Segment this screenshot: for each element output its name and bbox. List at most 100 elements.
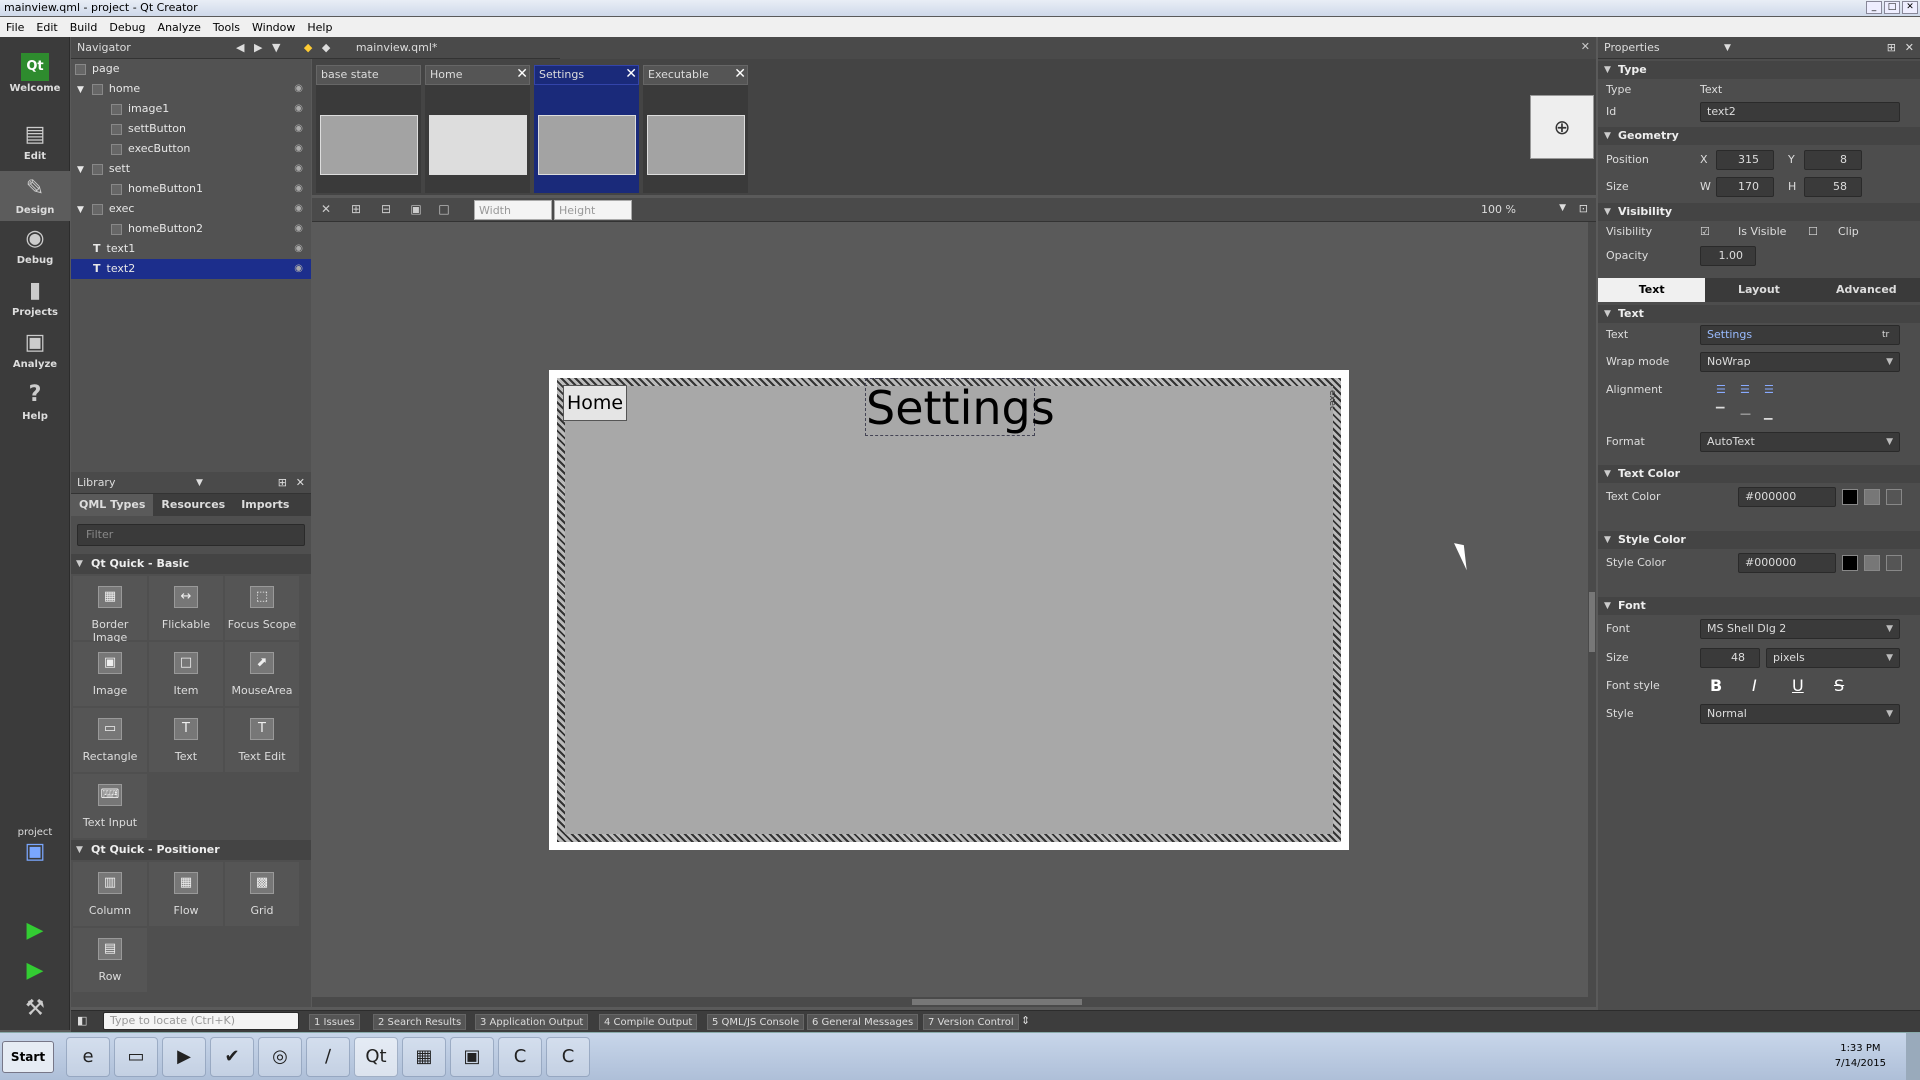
add-state-button[interactable]: ⊕ [1530,95,1594,159]
align-center-icon[interactable]: ☰ [1740,379,1750,401]
more-panes-icon[interactable]: ⇕ [1021,1014,1030,1027]
close-button[interactable]: ✕ [1902,1,1918,14]
lib-item-border-image[interactable]: ▦ Border Image [73,576,147,644]
eye-icon[interactable]: ◉ [294,199,303,219]
style-color-swatch[interactable] [1842,555,1858,571]
lib-item-text-input[interactable]: ⌨ Text Input [73,774,147,838]
text-color-swatch[interactable] [1842,489,1858,505]
menu-edit[interactable]: Edit [36,21,57,34]
align-top-icon[interactable]: ▔ [1716,403,1724,425]
menu-build[interactable]: Build [70,21,98,34]
x-spinbox[interactable]: 315 [1716,150,1774,170]
system-clock[interactable]: 1:33 PM 7/14/2015 [1835,1041,1886,1071]
eye-icon[interactable]: ◉ [294,79,303,99]
build-button[interactable]: ⚒ [0,995,70,1025]
transparent-icon[interactable] [1886,555,1902,571]
lib-item-text-edit[interactable]: T Text Edit [225,708,299,772]
eye-icon[interactable]: ◉ [294,159,303,179]
tab-qml-types[interactable]: QML Types [71,494,154,516]
state-home[interactable]: Home ✕ [425,65,530,193]
section-font[interactable]: Font [1598,597,1920,615]
internet-explorer-icon[interactable]: e [66,1037,110,1077]
mode-welcome[interactable]: Qt Welcome [0,53,70,94]
menu-tools[interactable]: Tools [213,21,240,34]
text-color-input[interactable]: #000000 [1738,487,1836,507]
transparent-icon[interactable] [1886,489,1902,505]
bold-icon[interactable]: B [1710,675,1722,697]
menu-debug[interactable]: Debug [109,21,145,34]
maximize-button[interactable]: □ [1884,1,1900,14]
close-icon[interactable]: ✕ [516,67,528,81]
tree-item[interactable]: homeButton2 ◉ [71,219,311,239]
font-family-select[interactable]: MS Shell Dlg 2 [1700,619,1900,639]
close-icon[interactable]: ✕ [296,472,305,494]
solid-color-icon[interactable] [1864,489,1880,505]
checkbox[interactable] [111,123,122,135]
align-bottom-icon[interactable]: ▁ [1764,403,1772,425]
split-icon[interactable]: ⊞ [1887,37,1896,59]
tree-item-selected[interactable]: Ttext2 ◉ [71,259,311,279]
lib-item-mousearea[interactable]: ⬈ MouseArea [225,642,299,706]
terminal-icon[interactable]: ▣ [450,1037,494,1077]
menu-file[interactable]: File [6,21,24,34]
checkbox[interactable] [111,143,122,155]
tree-item[interactable]: page [71,59,311,79]
checkbox[interactable] [111,223,122,235]
start-button[interactable]: Start [2,1041,54,1073]
checkbox[interactable] [91,83,103,95]
font-size-spinbox[interactable]: 48 [1700,648,1760,668]
lib-item-grid[interactable]: ▩ Grid [225,862,299,926]
state-thumbnail[interactable] [538,115,636,175]
mode-debug[interactable]: ◉ Debug [0,225,70,266]
opacity-spinbox[interactable]: 1.00 [1700,246,1756,266]
tree-item[interactable]: settButton ◉ [71,119,311,139]
tab-advanced[interactable]: Advanced [1813,278,1920,302]
library-filter-input[interactable]: Filter [77,524,305,546]
lib-item-column[interactable]: ▥ Column [73,862,147,926]
anchor-icon[interactable]: ⊞ [348,202,364,218]
italic-icon[interactable]: I [1752,675,1757,697]
tree-item[interactable]: homeButton1 ◉ [71,179,311,199]
home-button[interactable]: Home [563,385,627,421]
menu-analyze[interactable]: Analyze [158,21,201,34]
state-thumbnail[interactable] [429,115,527,175]
state-label[interactable]: Settings [534,65,639,85]
width-input[interactable]: Width [474,200,552,220]
mode-edit[interactable]: ▤ Edit [0,121,70,162]
mode-help[interactable]: ? Help [0,381,70,422]
menu-help[interactable]: Help [307,21,332,34]
style-select[interactable]: Normal [1700,704,1900,724]
state-base[interactable]: base state [316,65,421,193]
format-select[interactable]: AutoText [1700,432,1900,452]
fit-icon[interactable]: ⊡ [1579,202,1588,215]
pane-version-control[interactable]: 7 Version Control [923,1014,1019,1030]
snap-icon[interactable]: ⊟ [378,202,394,218]
state-label[interactable]: Executable [643,65,748,85]
zoom-level[interactable]: 100 % [1481,203,1516,216]
menu-window[interactable]: Window [252,21,295,34]
state-executable[interactable]: Executable ✕ [643,65,748,193]
style-color-input[interactable]: #000000 [1738,553,1836,573]
checkbox[interactable] [91,163,103,175]
tree-item[interactable]: ▼ home ◉ [71,79,311,99]
underline-icon[interactable]: U [1792,675,1804,697]
file-name[interactable]: mainview.qml* [356,41,438,54]
expand-arrow-icon[interactable]: ▼ [77,205,84,215]
eye-icon[interactable]: ◉ [294,179,303,199]
design-page[interactable]: Home Settings exec [549,370,1349,850]
split-icon[interactable]: ⊞ [278,472,287,494]
split-icon[interactable]: ▼ [272,41,280,54]
minimize-button[interactable]: _ [1866,1,1882,14]
section-visibility[interactable]: Visibility [1598,203,1920,221]
properties-label[interactable]: Properties [1604,41,1660,54]
kit-selector[interactable]: project ▣ [0,827,70,868]
prev-doc-icon[interactable]: ◆ [304,41,312,54]
mode-analyze[interactable]: ▣ Analyze [0,329,70,370]
debug-run-button[interactable]: ▶ [0,957,70,987]
settings-text-item[interactable]: Settings [865,378,1055,436]
state-label[interactable]: Home [425,65,530,85]
align-middle-icon[interactable]: — [1740,403,1751,425]
run-button[interactable]: ▶ [0,917,70,947]
is-visible-checkbox[interactable]: ☑ [1700,221,1710,243]
pane-general-messages[interactable]: 6 General Messages [807,1014,919,1030]
